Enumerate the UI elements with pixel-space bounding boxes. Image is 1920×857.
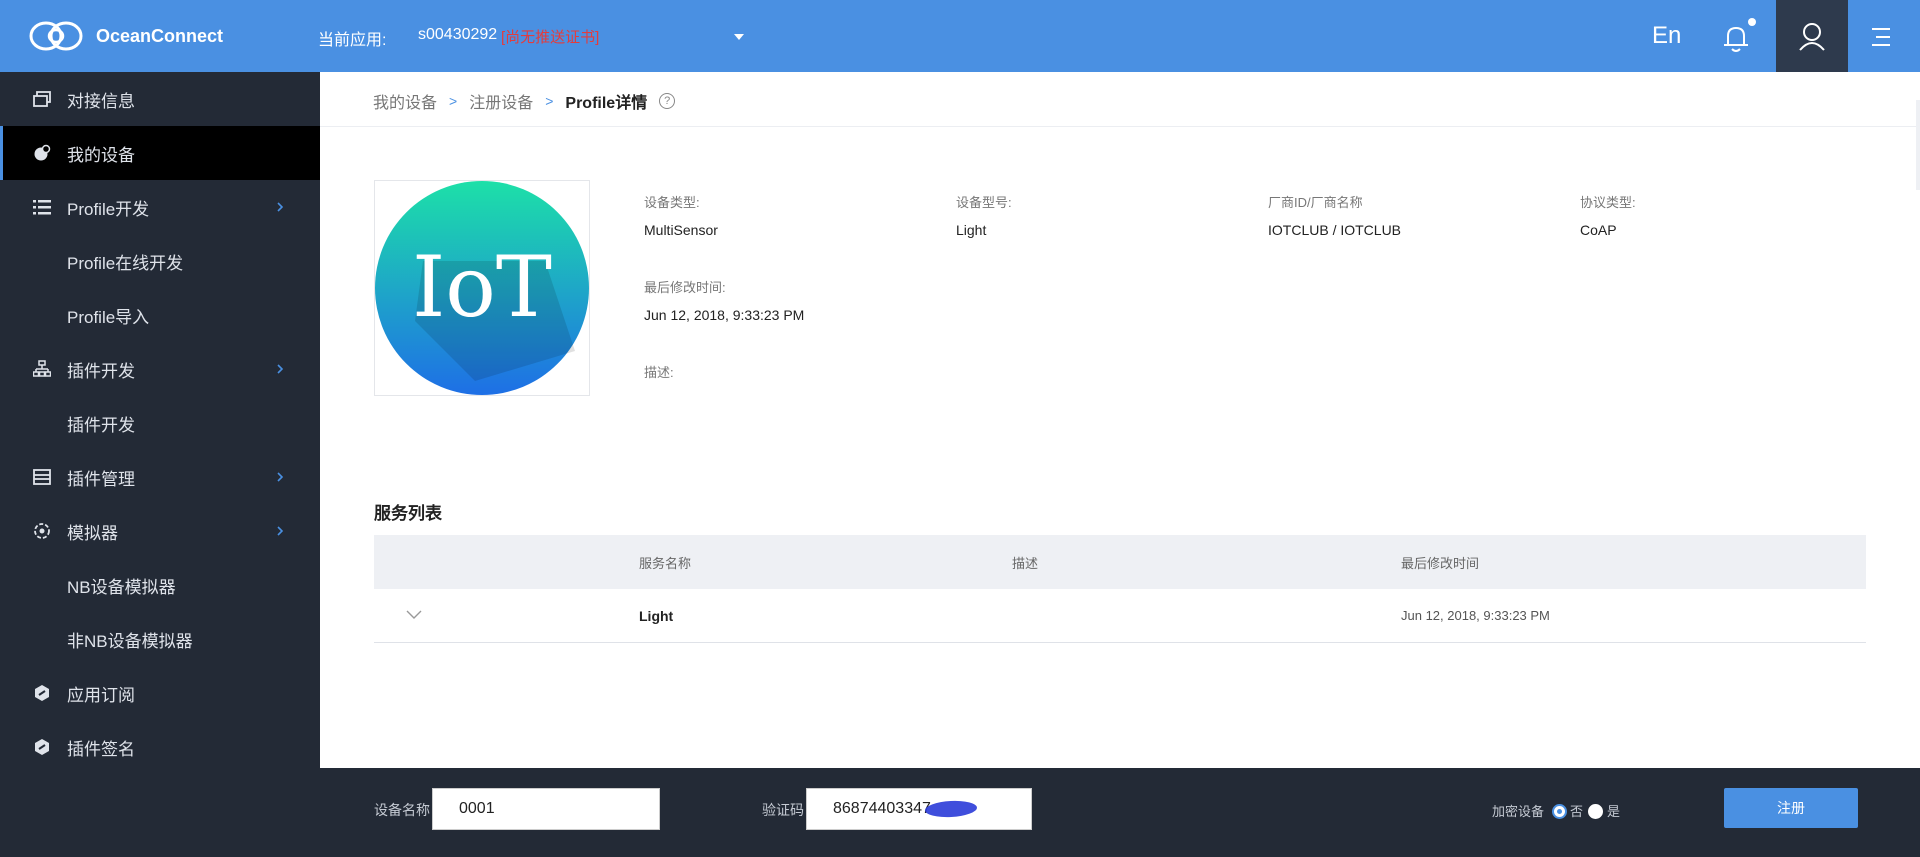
user-menu-button[interactable]: [1776, 0, 1848, 72]
iot-logo-icon: IoT: [375, 181, 589, 395]
brand-name: OceanConnect: [96, 25, 224, 46]
breadcrumb: 我的设备 > 注册设备 > Profile详情 ?: [373, 89, 676, 113]
svg-text:IoT: IoT: [412, 238, 552, 336]
encrypt-no-radio[interactable]: [1552, 804, 1567, 819]
hamburger-menu-icon[interactable]: [1866, 22, 1896, 52]
service-table-header: 服务名称 描述 最后修改时间: [374, 535, 1866, 589]
sidebar-item-label: 应用订阅: [67, 685, 135, 705]
device-model-label: 设备型号:: [956, 195, 1012, 210]
sidebar-item-label: Profile在线开发: [67, 253, 184, 273]
chevron-right-icon: [277, 472, 284, 482]
notification-dot: [1748, 18, 1756, 26]
chevron-right-icon: [277, 202, 284, 212]
vendor-value: IOTCLUB / IOTCLUB: [1268, 222, 1402, 238]
column-header: 最后修改时间: [1401, 556, 1480, 571]
column-header: 服务名称: [639, 556, 692, 571]
app-dropdown-caret-icon[interactable]: [732, 30, 746, 44]
service-list-title: 服务列表: [374, 504, 442, 523]
encrypt-yes-radio[interactable]: [1588, 804, 1603, 819]
service-name: Light: [639, 608, 674, 624]
sidebar-item-plugin-manage[interactable]: 插件管理: [0, 450, 320, 504]
main-content: 我的设备 > 注册设备 > Profile详情 ? IoT 设备类型: Mult…: [320, 72, 1920, 857]
hexagon-icon: [32, 737, 52, 757]
verify-code-input[interactable]: 86874403347: [806, 788, 1032, 830]
modified-label: 最后修改时间:: [644, 280, 726, 295]
user-icon: [1799, 23, 1825, 51]
sidebar-item-app-subscription[interactable]: 应用订阅: [0, 666, 320, 720]
sidebar-item-simulator[interactable]: 模拟器: [0, 504, 320, 558]
table-row[interactable]: Light Jun 12, 2018, 9:33:23 PM: [374, 589, 1866, 643]
device-icon: [32, 143, 52, 163]
sidebar-item-label: 插件开发: [67, 415, 135, 435]
device-type-label: 设备类型:: [644, 195, 700, 210]
verify-code-value: 86874403347: [833, 800, 931, 817]
sidebar-subitem-nb-simulator[interactable]: NB设备模拟器: [0, 558, 320, 612]
chevron-right-icon: [277, 364, 284, 374]
encrypt-label: 加密设备: [1492, 804, 1545, 819]
sidebar-item-profile-dev[interactable]: Profile开发: [0, 180, 320, 234]
verify-code-label: 验证码: [762, 802, 804, 818]
sidebar-item-label: 对接信息: [67, 91, 135, 111]
breadcrumb-separator-icon: >: [449, 93, 458, 109]
list-icon: [32, 197, 52, 217]
encrypt-yes-label: 是: [1607, 804, 1621, 819]
service-modified: Jun 12, 2018, 9:33:23 PM: [1401, 608, 1550, 623]
ocean-logo-icon: [29, 21, 83, 51]
chevron-down-icon[interactable]: [406, 609, 422, 621]
breadcrumb-current: Profile详情: [565, 95, 648, 112]
sidebar-item-label: 我的设备: [67, 145, 135, 165]
sidebar-item-label: Profile开发: [67, 199, 150, 219]
scrollbar[interactable]: [1916, 100, 1920, 190]
breadcrumb-register-device[interactable]: 注册设备: [469, 89, 533, 113]
hexagon-icon: [32, 683, 52, 703]
sidebar-item-label: 插件管理: [67, 469, 135, 489]
vendor-label: 厂商ID/厂商名称: [1268, 195, 1363, 210]
sidebar-item-plugin-sign[interactable]: 插件签名: [0, 720, 320, 774]
sidebar-item-label: NB设备模拟器: [67, 577, 176, 597]
header-divider: [320, 126, 1920, 127]
sidebar-item-label: 插件开发: [67, 361, 135, 381]
sidebar-item-plugin-dev[interactable]: 插件开发: [0, 342, 320, 396]
language-toggle[interactable]: En: [1652, 22, 1681, 50]
help-icon[interactable]: ?: [659, 93, 676, 109]
brand-logo[interactable]: OceanConnect: [28, 16, 223, 56]
sidebar-item-label: Profile导入: [67, 307, 150, 327]
device-name-label: 设备名称: [374, 802, 430, 818]
column-header: 描述: [1012, 556, 1039, 571]
sidebar-subitem-plugin-dev[interactable]: 插件开发: [0, 396, 320, 450]
modified-value: Jun 12, 2018, 9:33:23 PM: [644, 307, 805, 323]
panel-icon: [32, 467, 52, 487]
current-app-id[interactable]: s00430292: [418, 26, 497, 44]
profile-image: IoT: [374, 180, 590, 396]
window-icon: [32, 89, 52, 109]
sidebar-subitem-non-nb-simulator[interactable]: 非NB设备模拟器: [0, 612, 320, 666]
protocol-value: CoAP: [1580, 222, 1617, 238]
current-app-label: 当前应用:: [318, 32, 387, 49]
description-label: 描述:: [644, 365, 674, 380]
sidebar-item-label: 模拟器: [67, 523, 118, 543]
register-button[interactable]: 注册: [1724, 788, 1858, 828]
breadcrumb-my-devices[interactable]: 我的设备: [373, 89, 437, 113]
device-name-input[interactable]: 0001: [432, 788, 660, 830]
sidebar-subitem-profile-import[interactable]: Profile导入: [0, 288, 320, 342]
protocol-label: 协议类型:: [1580, 195, 1636, 210]
simulator-icon: [32, 521, 52, 541]
sidebar-item-integration-info[interactable]: 对接信息: [0, 72, 320, 126]
breadcrumb-separator-icon: >: [545, 93, 554, 109]
sidebar-item-label: 插件签名: [67, 739, 135, 759]
register-bar: 设备名称 0001 验证码 86874403347 加密设备 否 是 注册: [320, 768, 1920, 857]
encrypt-no-label: 否: [1570, 804, 1584, 819]
sidebar-nav: 对接信息 我的设备 Profile开发 Profile在线开发 Profile导…: [0, 72, 320, 857]
device-type-value: MultiSensor: [644, 222, 718, 238]
chevron-right-icon: [277, 526, 284, 536]
top-header: OceanConnect 当前应用: s00430292 [尚无推送证书] En: [0, 0, 1920, 72]
device-model-value: Light: [956, 222, 987, 238]
redaction-scribble: [924, 799, 978, 819]
sidebar-item-my-devices[interactable]: 我的设备: [0, 126, 320, 180]
org-chart-icon: [32, 359, 52, 379]
app-cert-warning: [尚无推送证书]: [501, 29, 600, 46]
sidebar-subitem-profile-online[interactable]: Profile在线开发: [0, 234, 320, 288]
sidebar-item-label: 非NB设备模拟器: [67, 631, 193, 651]
